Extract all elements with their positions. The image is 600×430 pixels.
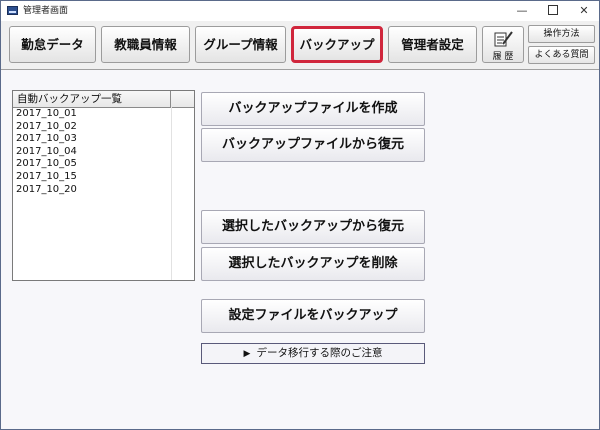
tab-backup[interactable]: バックアップ [291,26,383,63]
help-button[interactable]: 操作方法 [528,25,595,43]
auto-backup-list[interactable]: 自動バックアップ一覧 2017_10_01 2017_10_02 2017_10… [12,90,195,281]
backup-panel: 自動バックアップ一覧 2017_10_01 2017_10_02 2017_10… [1,70,599,429]
history-button[interactable]: 履 歴 [482,26,524,63]
migration-notice-button[interactable]: ▶ データ移行する際のご注意 [201,343,425,364]
main-toolbar: 勤怠データ 教職員情報 グループ情報 バックアップ 管理者設定 履 歴 操作方法… [1,21,599,70]
restore-selected-button[interactable]: 選択したバックアップから復元 [201,210,425,244]
faq-button[interactable]: よくある質問 [528,46,595,64]
list-body: 2017_10_01 2017_10_02 2017_10_03 2017_10… [16,108,77,196]
list-item[interactable]: 2017_10_15 [16,171,77,184]
restore-from-file-button[interactable]: バックアップファイルから復元 [201,128,425,162]
tab-attendance-data[interactable]: 勤怠データ [9,26,96,63]
create-backup-button[interactable]: バックアップファイルを作成 [201,92,425,126]
play-triangle-icon: ▶ [243,349,251,359]
list-item[interactable]: 2017_10_05 [16,158,77,171]
list-item[interactable]: 2017_10_04 [16,146,77,159]
title-bar: 管理者画面 — ✕ [1,1,599,21]
migration-notice-label: データ移行する際のご注意 [256,347,383,359]
notepad-pencil-icon [494,31,513,47]
minimize-button[interactable]: — [508,1,536,21]
list-column-divider [171,107,172,280]
history-label: 履 歴 [492,52,514,62]
window-title: 管理者画面 [23,6,69,16]
delete-selected-button[interactable]: 選択したバックアップを削除 [201,247,425,281]
list-item[interactable]: 2017_10_20 [16,184,77,197]
maximize-button[interactable] [539,1,567,21]
tab-admin-settings[interactable]: 管理者設定 [388,26,477,63]
list-header-title: 自動バックアップ一覧 [13,91,171,107]
app-icon [7,6,18,15]
list-header: 自動バックアップ一覧 [13,91,194,108]
tab-staff-info[interactable]: 教職員情報 [101,26,190,63]
list-item[interactable]: 2017_10_01 [16,108,77,121]
tab-group-info[interactable]: グループ情報 [195,26,286,63]
maximize-icon [548,5,558,15]
admin-window: 管理者画面 — ✕ 勤怠データ 教職員情報 グループ情報 バックアップ 管理者設… [0,0,600,430]
backup-settings-file-button[interactable]: 設定ファイルをバックアップ [201,299,425,333]
list-header-spare [171,91,194,107]
list-item[interactable]: 2017_10_03 [16,133,77,146]
list-item[interactable]: 2017_10_02 [16,121,77,134]
close-button[interactable]: ✕ [570,1,598,21]
